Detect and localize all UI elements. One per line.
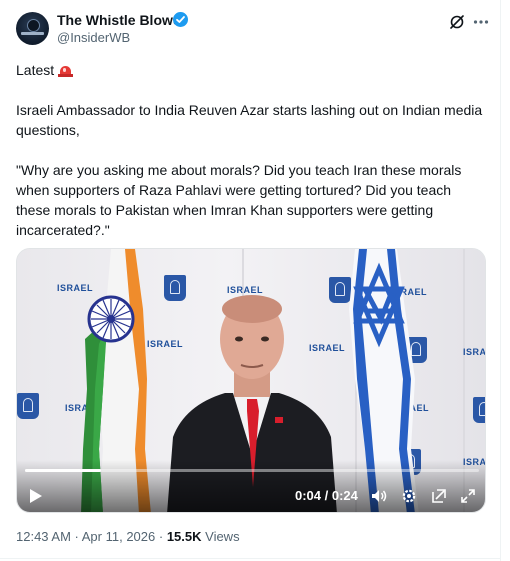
tweet-meta: 12:43 AM · Apr 11, 2026 · 15.5K Views [16, 529, 240, 544]
views-label: Views [201, 529, 240, 544]
fullscreen-icon[interactable] [460, 488, 476, 504]
volume-icon[interactable] [371, 488, 387, 504]
tweet-quote: "Why are you asking me about morals? Did… [16, 162, 462, 238]
avatar[interactable] [16, 12, 49, 45]
emblem-icon [17, 393, 39, 419]
timestamp[interactable]: 12:43 AM · Apr 11, 2026 [16, 529, 155, 544]
verified-badge-icon [173, 12, 188, 27]
tweet-card: The Whistle Blower @InsiderWB Latest Isr… [0, 0, 501, 561]
more-icon[interactable] [472, 13, 490, 31]
popout-icon[interactable] [431, 488, 447, 504]
video-player[interactable]: ISRAEL ISRAEL ISRAEL ISRAEL ISRAEL ISRAE… [16, 248, 486, 513]
tweet-line-latest: Latest [16, 60, 74, 80]
video-progress-bar[interactable] [25, 469, 479, 472]
avatar-emblem [27, 19, 40, 32]
author-name[interactable]: The Whistle Blower [57, 12, 186, 28]
avatar-wordmark [21, 32, 44, 35]
meta-separator: · [155, 529, 167, 544]
grok-icon[interactable] [448, 13, 466, 31]
settings-icon[interactable] [401, 488, 417, 504]
backdrop-logo: ISRAEL [463, 347, 486, 357]
tweet-paragraph: Israeli Ambassador to India Reuven Azar … [16, 102, 483, 138]
video-progress-fill [25, 469, 101, 472]
video-time: 0:04 / 0:24 [295, 488, 358, 503]
views-count: 15.5K [166, 529, 202, 544]
divider [0, 558, 501, 559]
emblem-icon [473, 397, 485, 423]
video-controls [17, 460, 485, 512]
play-icon[interactable] [29, 488, 43, 504]
siren-emoji-icon [58, 63, 74, 77]
author-handle[interactable]: @InsiderWB [57, 30, 130, 45]
